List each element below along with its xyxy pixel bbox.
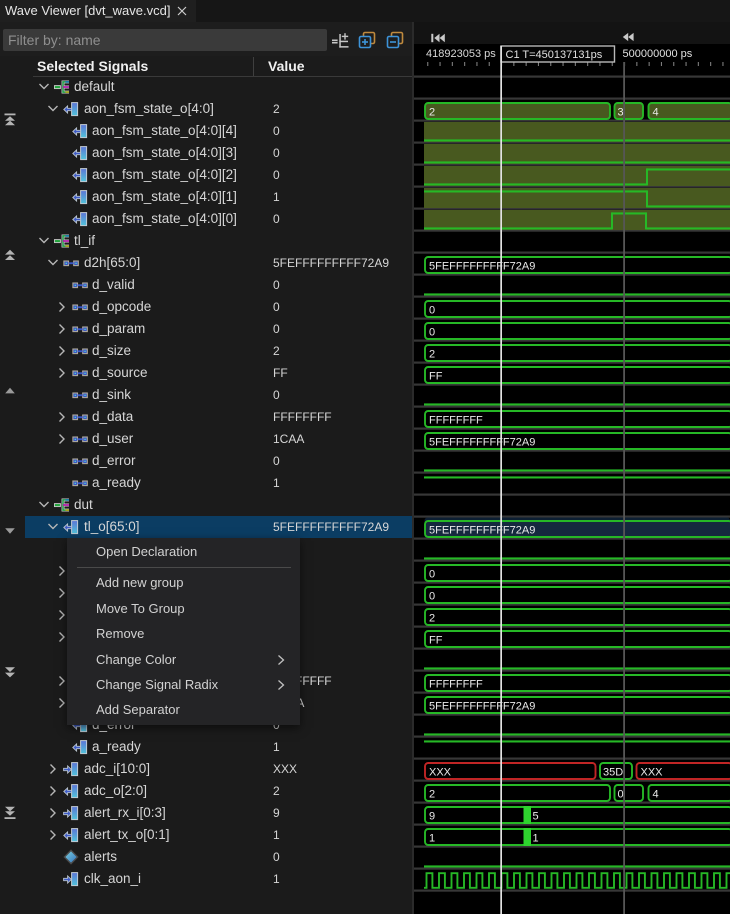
svg-text:4: 4 <box>653 788 659 800</box>
svg-text:XXX: XXX <box>429 766 452 778</box>
svg-text:5: 5 <box>533 810 539 822</box>
svg-text:FFFFFFFF: FFFFFFFF <box>429 678 483 690</box>
svg-text:5FEFFFFFFFFF72A9: 5FEFFFFFFFFF72A9 <box>429 260 535 272</box>
svg-text:9: 9 <box>429 810 435 822</box>
svg-text:0: 0 <box>429 590 435 602</box>
svg-text:1: 1 <box>533 832 539 844</box>
svg-text:500000000 ps: 500000000 ps <box>623 48 693 60</box>
svg-text:4: 4 <box>653 106 659 118</box>
svg-text:0: 0 <box>618 788 624 800</box>
svg-text:5FEFFFFFFFFF72A9: 5FEFFFFFFFFF72A9 <box>429 700 535 712</box>
svg-text:FF: FF <box>429 370 443 382</box>
svg-text:35D: 35D <box>603 766 623 778</box>
svg-text:3: 3 <box>618 106 624 118</box>
svg-text:2: 2 <box>429 788 435 800</box>
svg-text:1: 1 <box>429 832 435 844</box>
svg-text:XXX: XXX <box>641 766 664 778</box>
svg-text:5FEFFFFFFFFF72A9: 5FEFFFFFFFFF72A9 <box>429 436 535 448</box>
svg-text:418923053 ps: 418923053 ps <box>426 48 496 60</box>
svg-text:5FEFFFFFFFFF72A9: 5FEFFFFFFFFF72A9 <box>429 524 535 536</box>
svg-text:2: 2 <box>429 348 435 360</box>
svg-text:0: 0 <box>429 304 435 316</box>
svg-text:0: 0 <box>429 568 435 580</box>
svg-text:2: 2 <box>429 106 435 118</box>
svg-text:FF: FF <box>429 634 443 646</box>
svg-text:FFFFFFFF: FFFFFFFF <box>429 414 483 426</box>
svg-text:C1 T=450137131ps: C1 T=450137131ps <box>506 49 603 61</box>
svg-text:0: 0 <box>429 326 435 338</box>
svg-text:2: 2 <box>429 612 435 624</box>
